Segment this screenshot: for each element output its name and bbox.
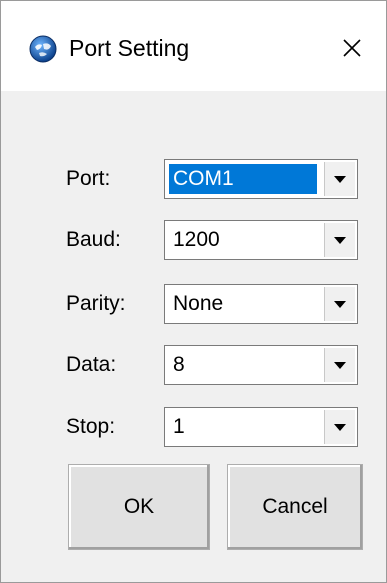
parity-dropdown-button[interactable] — [324, 287, 355, 321]
port-setting-dialog: Port Setting Port: COM1 Baud: 1200 Parit… — [0, 0, 387, 583]
stop-bits-dropdown-button[interactable] — [324, 410, 355, 444]
baud-dropdown-button[interactable] — [324, 223, 355, 257]
port-label: Port: — [66, 167, 111, 190]
stop-bits-label: Stop: — [66, 415, 116, 438]
data-bits-label: Data: — [66, 353, 117, 376]
data-bits-select[interactable]: 8 — [164, 345, 358, 385]
chevron-down-icon — [334, 237, 346, 244]
stop-bits-select[interactable]: 1 — [164, 407, 358, 447]
parity-label: Parity: — [66, 292, 126, 315]
baud-select[interactable]: 1200 — [164, 220, 358, 260]
app-globe-icon — [29, 35, 57, 63]
data-bits-dropdown-button[interactable] — [324, 348, 355, 382]
cancel-button[interactable]: Cancel — [227, 464, 363, 550]
title-bar[interactable]: Port Setting — [1, 1, 386, 91]
port-dropdown-button[interactable] — [324, 162, 355, 196]
parity-value: None — [173, 292, 224, 315]
stop-bits-value: 1 — [173, 415, 185, 438]
window-title: Port Setting — [69, 35, 190, 61]
chevron-down-icon — [334, 362, 346, 369]
baud-value: 1200 — [173, 228, 220, 251]
close-button[interactable] — [329, 27, 375, 69]
ok-button[interactable]: OK — [68, 464, 210, 550]
chevron-down-icon — [334, 301, 346, 308]
close-icon — [343, 39, 361, 57]
data-bits-value: 8 — [173, 353, 185, 376]
port-value: COM1 — [173, 167, 234, 190]
baud-label: Baud: — [66, 228, 121, 251]
chevron-down-icon — [334, 176, 346, 183]
port-select[interactable]: COM1 — [164, 159, 358, 199]
parity-select[interactable]: None — [164, 284, 358, 324]
chevron-down-icon — [334, 424, 346, 431]
